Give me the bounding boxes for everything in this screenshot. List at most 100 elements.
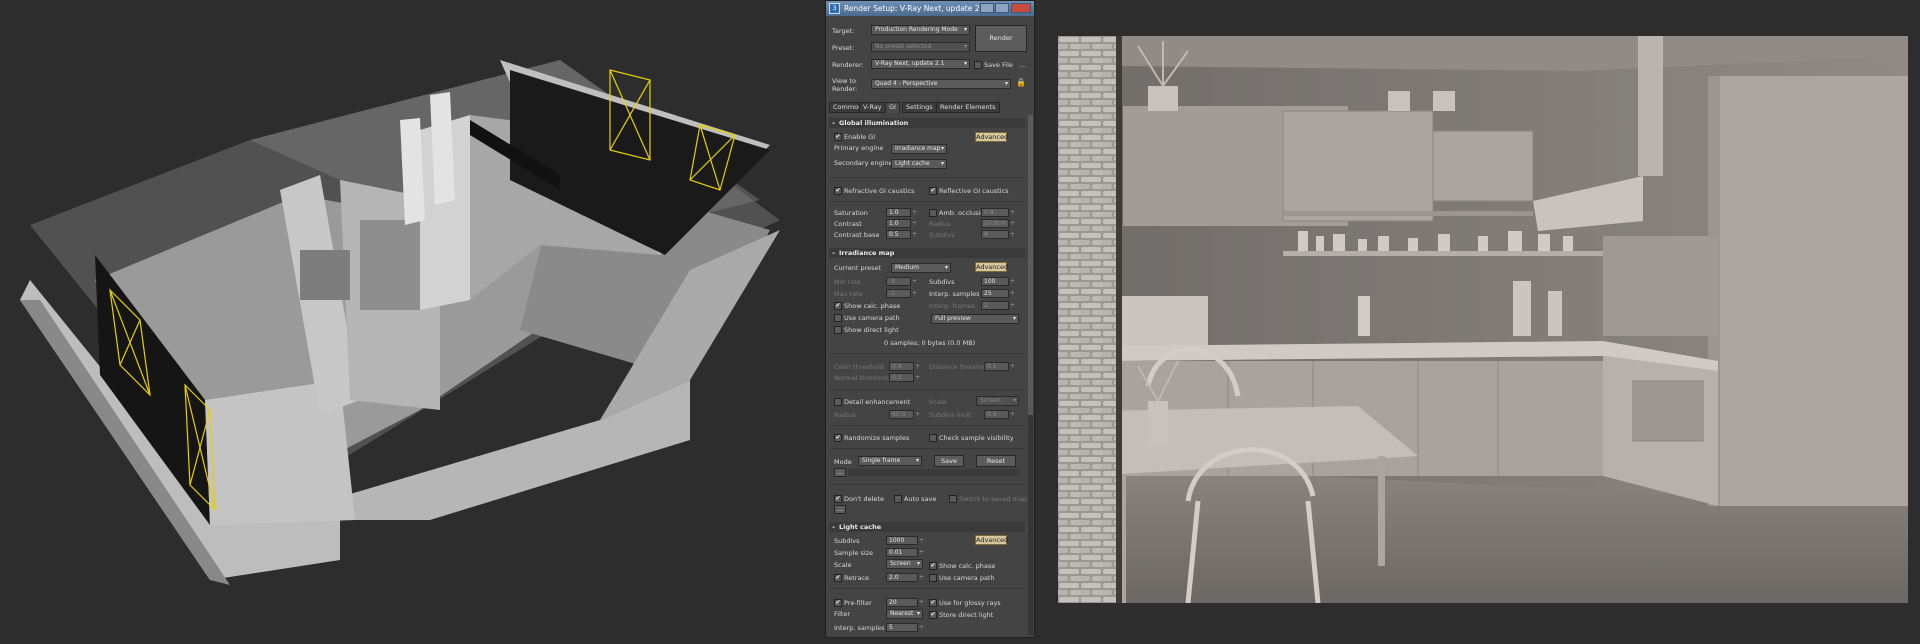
view-dropdown[interactable]: Quad 4 - Perspective (871, 79, 1011, 89)
more-button[interactable]: ... (1019, 61, 1025, 69)
close-icon[interactable] (1011, 3, 1031, 13)
scrollbar-thumb[interactable] (1028, 115, 1033, 415)
irr-subdivs-spinner[interactable]: 100 (981, 277, 1015, 286)
lc-advanced-button[interactable]: Advanced (975, 535, 1008, 545)
max-rate-spinner[interactable]: -1 (886, 289, 917, 298)
lc-use-camera-path-checkbox[interactable]: Use camera path (929, 574, 995, 582)
lc-scale-dropdown[interactable]: Screen (886, 559, 923, 569)
irradiance-save-button[interactable]: Save (934, 455, 964, 467)
irradiance-advanced-button[interactable]: Advanced (975, 262, 1008, 272)
detail-enhancement-checkbox[interactable]: Detail enhancement (834, 398, 910, 406)
save-file-checkbox[interactable]: Save File (974, 61, 1013, 69)
render-button[interactable]: Render (975, 25, 1027, 52)
refractive-caustics-checkbox[interactable]: ✔ Refractive GI caustics (834, 187, 914, 195)
randomize-samples-checkbox[interactable]: ✔ Randomize samples (834, 434, 909, 442)
current-preset-dropdown[interactable]: Medium (891, 263, 951, 273)
dialog-scrollbar[interactable] (1028, 115, 1033, 635)
contrast-base-spinner[interactable]: 0.5 (886, 230, 917, 239)
browse-button[interactable]: ... (834, 468, 846, 477)
interp-frames-spinner[interactable]: 2 (981, 301, 1015, 310)
secondary-engine-dropdown[interactable]: Light cache (891, 159, 947, 169)
interp-samples-spinner[interactable]: 25 (981, 289, 1015, 298)
lc-subdivs-label: Subdivs (834, 537, 860, 545)
reflective-caustics-checkbox[interactable]: ✔ Reflective GI caustics (929, 187, 1009, 195)
tab-vray[interactable]: V-Ray (859, 102, 886, 113)
subdivs-mult-spinner[interactable]: 0.3 (984, 410, 1015, 419)
check-sample-visibility-checkbox[interactable]: Check sample visibility (929, 434, 1014, 442)
dont-delete-checkbox[interactable]: ✔ Don't delete (834, 495, 884, 503)
amb-occlusion-checkbox[interactable]: Amb. occlusion (929, 209, 988, 217)
sample-size-spinner[interactable]: 0.01 (886, 548, 924, 557)
lock-icon[interactable]: 🔒 (1016, 78, 1026, 87)
minimize-icon[interactable] (980, 3, 994, 13)
retrace-checkbox[interactable]: ✔ Retrace (834, 574, 869, 582)
contrast-spinner[interactable]: 1.0 (886, 219, 917, 228)
tab-render-elements[interactable]: Render Elements (936, 102, 1000, 113)
check-sample-visibility-label: Check sample visibility (939, 434, 1014, 442)
divider (829, 484, 1025, 485)
current-preset-label: Current preset (834, 264, 882, 272)
interp-frames-label: Interp. frames (929, 302, 976, 310)
color-threshold-spinner[interactable]: 0.4 (889, 362, 920, 371)
lc-show-calc-phase-checkbox[interactable]: ✔ Show calc. phase (929, 562, 995, 570)
maximize-icon[interactable] (995, 3, 1009, 13)
pre-filter-spinner[interactable]: 20 (886, 598, 924, 607)
detail-scale-dropdown[interactable]: Screen (976, 396, 1019, 406)
divider (829, 353, 1025, 354)
gi-advanced-button[interactable]: Advanced (975, 132, 1008, 142)
dialog-title: Render Setup: V-Ray Next, update 2.1 (844, 4, 987, 13)
contrast-label: Contrast (834, 220, 862, 228)
tab-gi[interactable]: GI (885, 102, 900, 113)
preset-dropdown[interactable]: No preset selected (871, 42, 970, 52)
pre-filter-checkbox[interactable]: ✔ Pre-filter (834, 599, 872, 607)
irr-subdivs-label: Subdivs (929, 278, 955, 286)
lc-interp-samples-spinner[interactable]: 5 (886, 623, 924, 632)
divider (829, 177, 1025, 178)
light-cache-header[interactable]: Light cache (829, 522, 1025, 532)
lc-show-calc-phase-label: Show calc. phase (939, 562, 996, 570)
use-camera-path-checkbox[interactable]: Use camera path (834, 314, 900, 322)
preview-dropdown[interactable]: Full preview (931, 314, 1019, 324)
map-path-field[interactable] (848, 469, 1020, 476)
renderer-label: Renderer: (832, 61, 864, 69)
switch-to-saved-map-label: Switch to saved map (959, 495, 1027, 503)
renderer-dropdown[interactable]: V-Ray Next, update 2.1 (871, 59, 970, 69)
target-dropdown[interactable]: Production Rendering Mode (871, 25, 970, 35)
normal-threshold-spinner[interactable]: 0.3 (889, 373, 920, 382)
show-direct-light-checkbox[interactable]: Show direct light (834, 326, 899, 334)
dialog-titlebar[interactable]: 3 Render Setup: V-Ray Next, update 2.1 (826, 1, 1034, 16)
lc-filter-dropdown[interactable]: Nearest (886, 609, 923, 619)
saturation-label: Saturation (834, 209, 868, 217)
irradiance-map-header[interactable]: Irradiance map (829, 248, 1025, 258)
divider (829, 201, 1025, 202)
enable-gi-checkbox[interactable]: ✔ Enable GI (834, 133, 875, 141)
autosave-browse-button[interactable]: ... (834, 505, 846, 514)
max-app-icon: 3 (829, 3, 840, 14)
switch-to-saved-map-checkbox[interactable]: Switch to saved map (949, 495, 1027, 503)
enable-gi-label: Enable GI (844, 133, 876, 141)
irradiance-reset-button[interactable]: Reset (976, 455, 1016, 467)
global-illumination-header[interactable]: Global illumination (829, 118, 1025, 128)
primary-engine-dropdown[interactable]: Irradiance map (891, 144, 947, 154)
distance-threshold-spinner[interactable]: 0.1 (984, 362, 1015, 371)
retrace-spinner[interactable]: 2.0 (886, 573, 924, 582)
color-threshold-label: Color threshold (834, 363, 884, 371)
store-direct-light-checkbox[interactable]: ✔ Store direct light (929, 611, 993, 619)
use-for-glossy-rays-checkbox[interactable]: ✔ Use for glossy rays (929, 599, 1001, 607)
normal-threshold-label: Normal threshold (834, 374, 891, 382)
detail-radius-spinner[interactable]: 60.0 (889, 410, 920, 419)
saturation-spinner[interactable]: 1.0 (886, 208, 917, 217)
ao-subdivs-spinner[interactable]: 8 (981, 230, 1015, 239)
refractive-caustics-label: Refractive GI caustics (844, 187, 915, 195)
auto-save-checkbox[interactable]: Auto save (894, 495, 936, 503)
amb-occlusion-spinner[interactable]: 0.8 (981, 208, 1015, 217)
min-rate-spinner[interactable]: -3 (886, 277, 917, 286)
tab-settings[interactable]: Settings (902, 102, 937, 113)
show-calc-phase-checkbox[interactable]: ✔ Show calc. phase (834, 302, 900, 310)
mode-dropdown[interactable]: Single frame (858, 456, 922, 466)
perspective-viewport[interactable] (0, 0, 820, 640)
ao-radius-spinner[interactable]: 10.0cm (981, 219, 1015, 228)
lc-subdivs-spinner[interactable]: 1000 (886, 536, 924, 545)
lc-filter-label: Filter (834, 610, 851, 618)
distance-threshold-label: Distance threshold (929, 363, 991, 371)
